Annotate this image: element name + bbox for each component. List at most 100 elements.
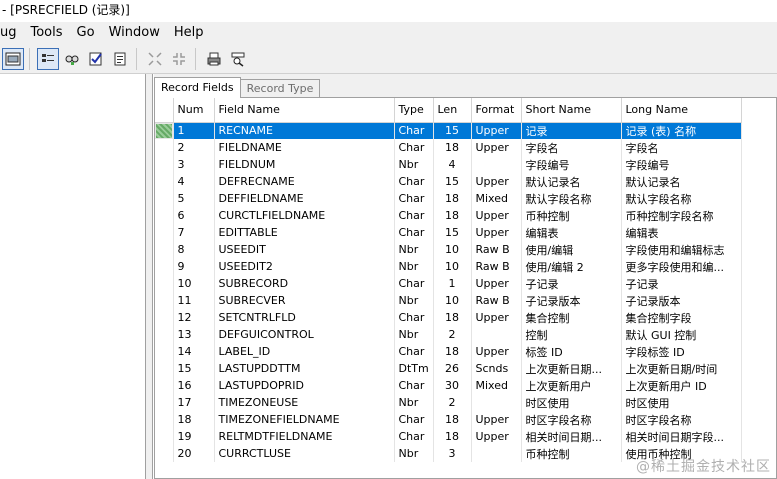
print-icon[interactable] xyxy=(203,48,225,70)
row-selector[interactable] xyxy=(155,275,174,292)
cell-short-name[interactable]: 使用/编辑 xyxy=(521,241,622,258)
collapse-icon[interactable] xyxy=(168,48,190,70)
table-row[interactable]: 16 LASTUPDOPRID Char 30 Mixed 上次更新用户 上次更新用户 ID xyxy=(155,377,742,394)
cell-type[interactable]: Nbr xyxy=(394,394,434,411)
cell-long-name[interactable]: 相关时间日期字段... xyxy=(621,428,742,445)
table-row[interactable]: 3 FIELDNUM Nbr 4 字段编号 字段编号 xyxy=(155,156,742,173)
cell-format[interactable]: Upper xyxy=(471,275,522,292)
cell-long-name[interactable]: 时区字段名称 xyxy=(621,411,742,428)
cell-len[interactable]: 4 xyxy=(433,156,472,173)
cell-type[interactable]: DtTm xyxy=(394,360,434,377)
cell-type[interactable]: Char xyxy=(394,309,434,326)
row-selector[interactable] xyxy=(155,122,174,139)
menu-tools[interactable]: Tools xyxy=(31,22,63,44)
table-row[interactable]: 14 LABEL_ID Char 18 Upper 标签 ID 字段标签 ID xyxy=(155,343,742,360)
cell-field-name[interactable]: DEFFIELDNAME xyxy=(214,190,395,207)
row-selector[interactable] xyxy=(155,258,174,275)
row-selector[interactable] xyxy=(155,139,174,156)
row-selector[interactable] xyxy=(155,292,174,309)
column-header-long-name[interactable]: Long Name xyxy=(621,98,742,123)
cell-type[interactable]: Char xyxy=(394,275,434,292)
cell-num[interactable]: 3 xyxy=(173,156,215,173)
properties-icon[interactable] xyxy=(109,48,131,70)
cell-len[interactable]: 10 xyxy=(433,258,472,275)
cell-type[interactable]: Char xyxy=(394,122,434,139)
cell-short-name[interactable]: 子记录版本 xyxy=(521,292,622,309)
cell-field-name[interactable]: RECNAME xyxy=(214,122,395,139)
table-row[interactable]: 11 SUBRECVER Nbr 10 Raw B 子记录版本 子记录版本 xyxy=(155,292,742,309)
cell-type[interactable]: Char xyxy=(394,173,434,190)
cell-num[interactable]: 5 xyxy=(173,190,215,207)
cell-long-name[interactable]: 子记录版本 xyxy=(621,292,742,309)
row-selector[interactable] xyxy=(155,309,174,326)
cell-field-name[interactable]: DEFGUICONTROL xyxy=(214,326,395,343)
row-selector[interactable] xyxy=(155,445,174,462)
cell-len[interactable]: 2 xyxy=(433,326,472,343)
row-selector[interactable] xyxy=(155,207,174,224)
menu-window[interactable]: Window xyxy=(109,22,160,44)
cell-type[interactable]: Nbr xyxy=(394,445,434,462)
cell-num[interactable]: 8 xyxy=(173,241,215,258)
row-selector[interactable] xyxy=(155,360,174,377)
cell-len[interactable]: 18 xyxy=(433,343,472,360)
cell-type[interactable]: Char xyxy=(394,224,434,241)
cell-len[interactable]: 3 xyxy=(433,445,472,462)
cell-long-name[interactable]: 编辑表 xyxy=(621,224,742,241)
cell-long-name[interactable]: 字段编号 xyxy=(621,156,742,173)
cell-type[interactable]: Char xyxy=(394,377,434,394)
row-selector[interactable] xyxy=(155,394,174,411)
cell-short-name[interactable]: 时区使用 xyxy=(521,394,622,411)
cell-len[interactable]: 18 xyxy=(433,309,472,326)
cell-len[interactable]: 18 xyxy=(433,190,472,207)
tab-record-fields[interactable]: Record Fields xyxy=(154,77,241,98)
cell-num[interactable]: 20 xyxy=(173,445,215,462)
cell-format[interactable]: Upper xyxy=(471,207,522,224)
cell-format[interactable] xyxy=(471,394,522,411)
cell-long-name[interactable]: 币种控制字段名称 xyxy=(621,207,742,224)
row-selector[interactable] xyxy=(155,241,174,258)
cell-len[interactable]: 18 xyxy=(433,139,472,156)
table-row[interactable]: 19 RELTMDTFIELDNAME Char 18 Upper 相关时间日期... 相关… xyxy=(155,428,742,445)
table-row[interactable]: 9 USEEDIT2 Nbr 10 Raw B 使用/编辑 2 更多字段使用和编... xyxy=(155,258,742,275)
cell-long-name[interactable]: 更多字段使用和编... xyxy=(621,258,742,275)
cell-long-name[interactable]: 记录 (表) 名称 xyxy=(621,122,742,139)
cell-field-name[interactable]: TIMEZONEUSE xyxy=(214,394,395,411)
cell-field-name[interactable]: SUBRECORD xyxy=(214,275,395,292)
cell-short-name[interactable]: 币种控制 xyxy=(521,207,622,224)
cell-field-name[interactable]: USEEDIT2 xyxy=(214,258,395,275)
cell-format[interactable]: Upper xyxy=(471,139,522,156)
cell-format[interactable]: Mixed xyxy=(471,190,522,207)
cell-field-name[interactable]: SUBRECVER xyxy=(214,292,395,309)
cell-short-name[interactable]: 字段编号 xyxy=(521,156,622,173)
cell-short-name[interactable]: 集合控制 xyxy=(521,309,622,326)
row-selector[interactable] xyxy=(155,190,174,207)
cell-long-name[interactable]: 字段名 xyxy=(621,139,742,156)
table-row[interactable]: 5 DEFFIELDNAME Char 18 Mixed 默认字段名称 默认字段名称 xyxy=(155,190,742,207)
menu-help[interactable]: Help xyxy=(174,22,204,44)
table-row[interactable]: 7 EDITTABLE Char 15 Upper 编辑表 编辑表 xyxy=(155,224,742,241)
cell-field-name[interactable]: TIMEZONEFIELDNAME xyxy=(214,411,395,428)
cell-len[interactable]: 18 xyxy=(433,428,472,445)
cell-type[interactable]: Nbr xyxy=(394,156,434,173)
table-row[interactable]: 1 RECNAME Char 15 Upper 记录 记录 (表) 名称 xyxy=(155,122,742,139)
cell-num[interactable]: 1 xyxy=(173,122,215,139)
row-selector[interactable] xyxy=(155,173,174,190)
cell-long-name[interactable]: 上次更新日期/时间 xyxy=(621,360,742,377)
table-row[interactable]: 10 SUBRECORD Char 1 Upper 子记录 子记录 xyxy=(155,275,742,292)
column-header-format[interactable]: Format xyxy=(471,98,522,123)
cell-field-name[interactable]: EDITTABLE xyxy=(214,224,395,241)
cell-field-name[interactable]: DEFRECNAME xyxy=(214,173,395,190)
cell-short-name[interactable]: 默认字段名称 xyxy=(521,190,622,207)
find-icon[interactable] xyxy=(61,48,83,70)
cell-field-name[interactable]: LASTUPDOPRID xyxy=(214,377,395,394)
cell-short-name[interactable]: 使用/编辑 2 xyxy=(521,258,622,275)
cell-num[interactable]: 14 xyxy=(173,343,215,360)
cell-long-name[interactable]: 子记录 xyxy=(621,275,742,292)
cell-format[interactable]: Upper xyxy=(471,428,522,445)
cell-field-name[interactable]: USEEDIT xyxy=(214,241,395,258)
cell-long-name[interactable]: 字段使用和编辑标志 xyxy=(621,241,742,258)
cell-short-name[interactable]: 记录 xyxy=(521,122,622,139)
cell-type[interactable]: Char xyxy=(394,139,434,156)
cell-len[interactable]: 26 xyxy=(433,360,472,377)
cell-len[interactable]: 2 xyxy=(433,394,472,411)
